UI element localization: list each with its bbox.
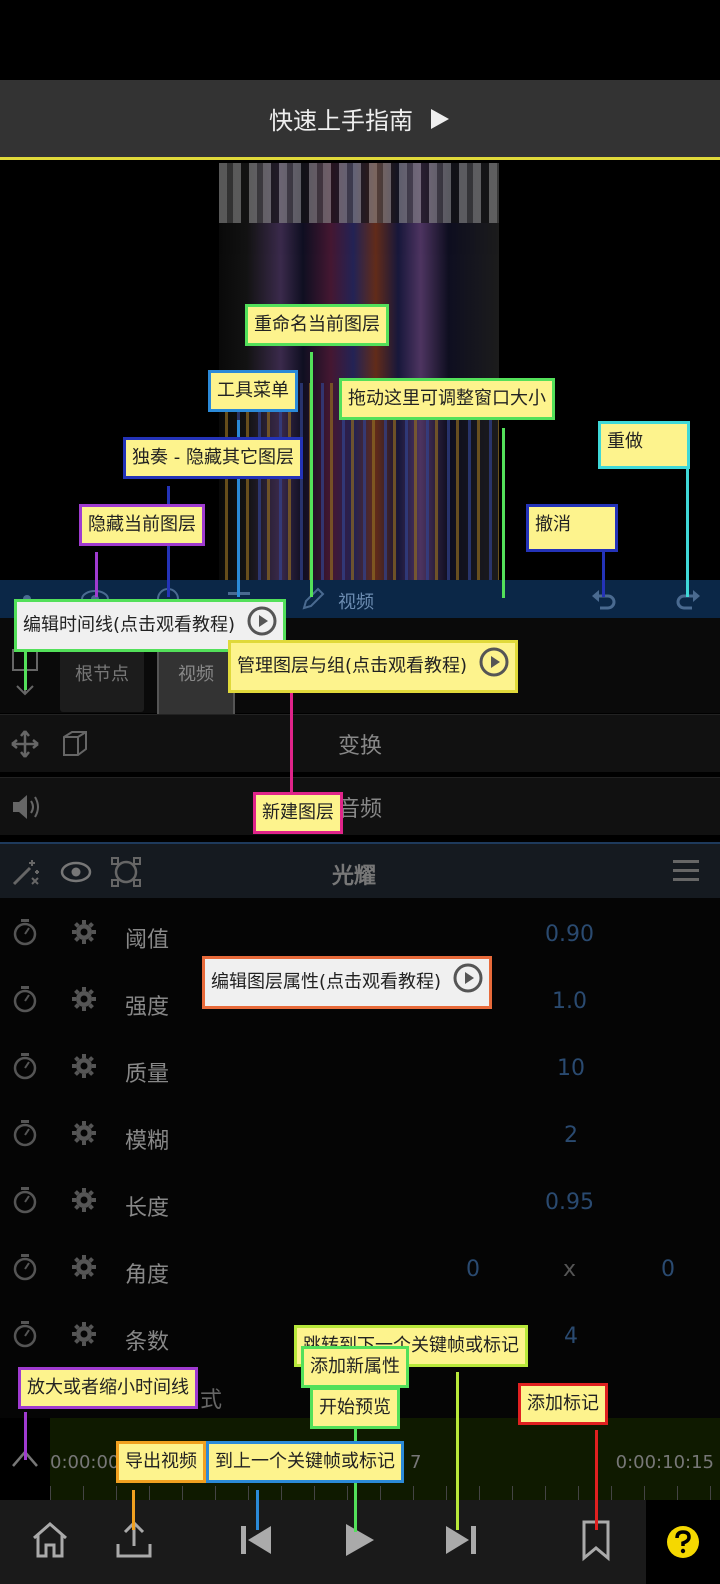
- transform-label: 变换: [337, 733, 382, 759]
- property-name: 模糊: [125, 1129, 170, 1154]
- leader-line: [502, 428, 505, 598]
- audio-label: 音频: [337, 796, 382, 822]
- partial-property-label: 式: [200, 1388, 223, 1413]
- leader-line: [456, 1372, 459, 1530]
- timeline-end: 0:00:10:15: [615, 1452, 714, 1473]
- quick-guide-header[interactable]: 快速上手指南: [0, 80, 720, 160]
- effect-header[interactable]: 光耀: [0, 842, 720, 898]
- gear-icon[interactable]: [70, 918, 98, 946]
- stopwatch-icon[interactable]: [12, 1253, 38, 1281]
- note-zoom-timeline: 放大或者缩小时间线: [18, 1367, 198, 1409]
- note-jump-prev: 到上一个关键帧或标记: [206, 1441, 404, 1483]
- gear-icon[interactable]: [70, 1320, 98, 1348]
- leader-line: [595, 1430, 598, 1530]
- property-name: 角度: [125, 1263, 170, 1288]
- property-value[interactable]: 4: [564, 1324, 578, 1349]
- property-row[interactable]: 角度 0 x 0: [0, 1237, 720, 1297]
- note-manage-layers-text: 管理图层与组(点击观看教程): [237, 655, 468, 677]
- leader-line: [602, 552, 605, 597]
- note-rename-layer: 重命名当前图层: [245, 304, 389, 346]
- magic-wand-icon[interactable]: [10, 856, 42, 888]
- play-icon: [431, 108, 449, 129]
- timeline-start: 0:00:00: [50, 1452, 120, 1473]
- play-circle-icon[interactable]: [453, 963, 483, 1002]
- home-icon[interactable]: [28, 1518, 72, 1562]
- next-keyframe-icon[interactable]: [438, 1518, 482, 1562]
- note-hide-layer: 隐藏当前图层: [79, 504, 205, 546]
- property-value[interactable]: 2: [564, 1123, 578, 1148]
- leader-line: [132, 1490, 135, 1530]
- pencil-icon[interactable]: [300, 586, 326, 612]
- note-edit-timeline-text: 编辑时间线(点击观看教程): [23, 614, 236, 636]
- property-value[interactable]: 1.0: [552, 989, 587, 1014]
- leader-line: [24, 648, 27, 690]
- note-add-marker: 添加标记: [518, 1383, 608, 1425]
- note-add-prop: 添加新属性: [301, 1346, 409, 1388]
- effect-title: 光耀: [332, 864, 377, 889]
- tab-video-layer[interactable]: 视频: [157, 648, 235, 723]
- property-value[interactable]: 0.90: [545, 922, 594, 947]
- leader-line: [290, 690, 293, 793]
- leader-line: [24, 1412, 27, 1460]
- help-button[interactable]: [646, 1500, 720, 1584]
- gear-icon[interactable]: [70, 985, 98, 1013]
- timeline-ruler: [50, 1486, 720, 1500]
- property-row[interactable]: 阈值 0.90: [0, 902, 720, 962]
- help-icon: [667, 1526, 699, 1558]
- note-start-preview: 开始预览: [310, 1387, 400, 1429]
- note-undo: 撤消: [526, 504, 618, 552]
- property-name: 阈值: [125, 928, 170, 953]
- layer-name[interactable]: 视频: [338, 588, 374, 614]
- note-new-layer: 新建图层: [253, 792, 343, 834]
- note-edit-props[interactable]: 编辑图层属性(点击观看教程): [202, 956, 492, 1009]
- note-solo: 独奏 - 隐藏其它图层: [123, 437, 303, 479]
- note-edit-props-text: 编辑图层属性(点击观看教程): [211, 971, 442, 993]
- note-redo: 重做: [598, 421, 690, 469]
- leader-line: [256, 1490, 259, 1530]
- play-preview-icon[interactable]: [336, 1518, 380, 1562]
- property-row[interactable]: 质量 10: [0, 1036, 720, 1096]
- hamburger-menu-icon[interactable]: [672, 858, 700, 884]
- leader-line: [310, 352, 313, 597]
- target-icon[interactable]: [110, 856, 142, 888]
- effect-eye-icon[interactable]: [60, 858, 92, 886]
- tab-root-node[interactable]: 根节点: [60, 648, 144, 712]
- play-circle-icon[interactable]: [479, 647, 509, 686]
- audio-row[interactable]: 音频: [0, 777, 720, 835]
- stopwatch-icon[interactable]: [12, 1052, 38, 1080]
- property-value[interactable]: 10: [557, 1056, 585, 1081]
- stopwatch-icon[interactable]: [12, 918, 38, 946]
- property-name: 强度: [125, 995, 170, 1020]
- note-tool-menu: 工具菜单: [208, 370, 298, 412]
- gear-icon[interactable]: [70, 1253, 98, 1281]
- property-row[interactable]: 长度 0.95: [0, 1170, 720, 1230]
- timeline-mid-label: 7: [410, 1452, 422, 1473]
- stopwatch-icon[interactable]: [12, 1186, 38, 1214]
- stopwatch-icon[interactable]: [12, 1320, 38, 1348]
- transform-row[interactable]: 变换: [0, 714, 720, 772]
- leader-line: [95, 552, 98, 597]
- stopwatch-icon[interactable]: [12, 985, 38, 1013]
- property-name: 条数: [125, 1330, 170, 1355]
- property-name: 长度: [125, 1196, 170, 1221]
- gear-icon[interactable]: [70, 1119, 98, 1147]
- property-name: 质量: [125, 1062, 170, 1087]
- property-value[interactable]: 0.95: [545, 1190, 594, 1215]
- bottom-toolbar: [0, 1500, 720, 1584]
- note-drag-resize: 拖动这里可调整窗口大小: [339, 378, 555, 420]
- property-row[interactable]: 模糊 2: [0, 1103, 720, 1163]
- note-export-video: 导出视频: [116, 1441, 206, 1483]
- stopwatch-icon[interactable]: [12, 1119, 38, 1147]
- property-separator: x: [563, 1257, 577, 1282]
- header-title: 快速上手指南: [269, 107, 413, 135]
- note-manage-layers[interactable]: 管理图层与组(点击观看教程): [228, 640, 518, 693]
- property-value-x[interactable]: 0: [466, 1257, 480, 1282]
- property-value-y[interactable]: 0: [661, 1257, 675, 1282]
- gear-icon[interactable]: [70, 1186, 98, 1214]
- gear-icon[interactable]: [70, 1052, 98, 1080]
- leader-line: [686, 469, 689, 597]
